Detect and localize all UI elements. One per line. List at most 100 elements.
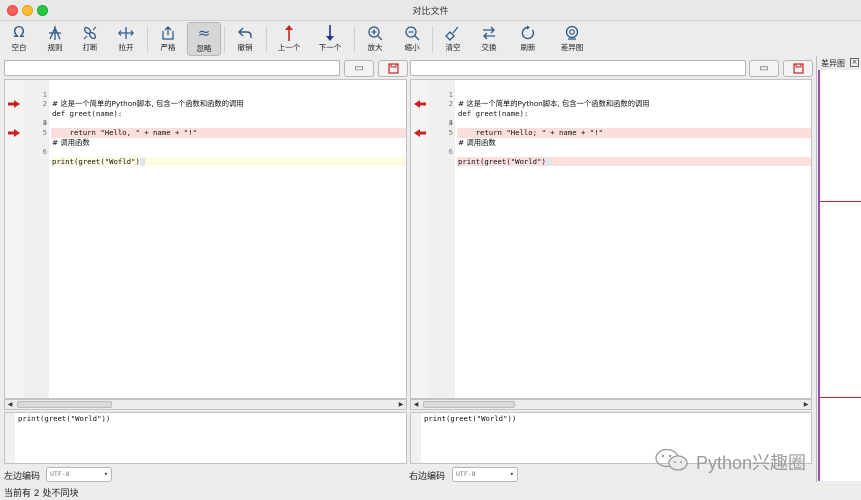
text-cursor xyxy=(545,157,551,166)
ignore-button[interactable]: ≈ 忽略 xyxy=(187,22,221,56)
swap-button-label: 交换 xyxy=(481,43,497,52)
wechat-icon xyxy=(655,448,688,471)
strict-button[interactable]: 严格 xyxy=(151,22,185,56)
line-text-wrap: print(greet("World") xyxy=(457,156,811,167)
right-code-line[interactable]: 5 # 调用函数 xyxy=(411,118,811,147)
right-code-line[interactable]: 4 xyxy=(411,109,811,127)
chevron-down-icon: ▾ xyxy=(103,470,108,478)
left-code-line-current[interactable]: 6 print(greet("Wofld") xyxy=(5,128,406,167)
next-diff-button-label: 下一个 xyxy=(318,43,342,52)
right-code-line-diff[interactable]: 6 print(greet("World") xyxy=(411,128,811,167)
diff-arrow-left-icon[interactable] xyxy=(414,129,426,137)
zoom-out-button[interactable]: 缩小 xyxy=(395,22,429,56)
swap-button[interactable]: 交换 xyxy=(472,22,506,56)
rule-button[interactable]: 规则 xyxy=(38,22,72,56)
diff-arrow-left-icon[interactable] xyxy=(414,100,426,109)
toolbar-separator xyxy=(224,26,225,52)
scroll-left-icon[interactable]: ◀ xyxy=(411,400,421,409)
zoom-out-button-label: 缩小 xyxy=(404,43,420,52)
undo-icon xyxy=(228,22,262,42)
rule-button-label: 规则 xyxy=(47,43,63,52)
line-text: print(greet("Wofld") xyxy=(52,156,140,166)
left-editor[interactable]: 1 # 这是一个简单的Python脚本, 包含一个函数和函数的调用 2 def … xyxy=(4,79,407,399)
approx-icon: ≈ xyxy=(197,24,211,42)
right-path-input[interactable] xyxy=(410,60,746,76)
left-code-line[interactable]: 2 def greet(name): xyxy=(5,90,406,118)
right-encoding-value: UTF-8 xyxy=(456,470,476,478)
left-path-bar: ▭ xyxy=(0,60,408,77)
close-icon[interactable]: × xyxy=(850,58,859,67)
rule-icon xyxy=(38,22,72,42)
blank-button[interactable]: Ω 空白 xyxy=(2,22,36,56)
toolbar-separator xyxy=(354,26,355,52)
window-title: 对比文件 xyxy=(412,7,449,17)
scroll-right-icon[interactable]: ▶ xyxy=(396,400,406,409)
left-save-button[interactable] xyxy=(378,60,408,77)
left-encoding-select[interactable]: UTF-8 ▾ xyxy=(46,467,112,482)
left-open-button[interactable]: ▭ xyxy=(344,60,374,77)
diff-overview-canvas[interactable] xyxy=(818,70,861,481)
right-horizontal-scrollbar[interactable]: ◀ ▶ xyxy=(410,399,812,410)
right-path-bar: ▭ xyxy=(408,60,816,77)
ignore-button-label: 忽略 xyxy=(196,44,212,53)
scroll-left-icon[interactable]: ◀ xyxy=(5,400,15,409)
upload-icon xyxy=(151,22,185,42)
refresh-button-label: 刷新 xyxy=(520,43,536,52)
diff-map-button[interactable]: 差异图 xyxy=(555,22,589,56)
clear-button[interactable]: 清空 xyxy=(436,22,470,56)
preview-gutter xyxy=(5,413,15,463)
overview-title: 差异图 xyxy=(821,59,845,68)
diff-arrow-right-icon[interactable] xyxy=(8,100,20,109)
line-text: print(greet("World") xyxy=(458,156,546,166)
right-code-line-diff[interactable]: 3 return "Hello; " + name + "!" xyxy=(411,99,811,138)
toolbar-separator xyxy=(147,26,148,52)
status-text: 当前有 2 处不同块 xyxy=(4,489,79,499)
line-number: 6 xyxy=(448,147,453,157)
left-encoding-label: 左边编码 xyxy=(4,472,41,482)
left-code-line[interactable]: 5 # 调用函数 xyxy=(5,118,406,147)
preview-gutter xyxy=(411,413,421,463)
diff-map-button-label: 差异图 xyxy=(560,43,584,52)
title-bar: 对比文件 xyxy=(0,0,861,21)
left-code-line[interactable]: 1 # 这是一个简单的Python脚本, 包含一个函数和函数的调用 xyxy=(5,80,406,109)
strict-button-label: 严格 xyxy=(160,43,176,52)
right-code-line[interactable]: 1 # 这是一个简单的Python脚本, 包含一个函数和函数的调用 xyxy=(411,80,811,109)
previous-diff-button[interactable]: 上一个 xyxy=(272,22,306,56)
right-code-line[interactable]: 2 def greet(name): xyxy=(411,90,811,118)
folder-icon: ▭ xyxy=(759,63,769,74)
zoom-out-icon xyxy=(395,22,429,42)
left-code-line-diff[interactable]: 3 return "Hello, " + name + "!" xyxy=(5,99,406,138)
scroll-thumb[interactable] xyxy=(17,401,112,408)
arrow-up-icon xyxy=(272,22,306,42)
preview-text: print(greet("World")) xyxy=(18,414,111,423)
left-code-line[interactable]: 4 xyxy=(5,109,406,127)
undo-button-label: 撤销 xyxy=(237,43,253,52)
right-editor[interactable]: 1 # 这是一个简单的Python脚本, 包含一个函数和函数的调用 2 def … xyxy=(410,79,812,399)
scroll-thumb[interactable] xyxy=(423,401,515,408)
line-text: # 调用函数 xyxy=(52,137,90,147)
right-save-button[interactable] xyxy=(783,60,813,77)
diff-arrow-right-icon[interactable] xyxy=(8,129,20,137)
right-encoding-select[interactable]: UTF-8 ▾ xyxy=(452,467,518,482)
refresh-button[interactable]: 刷新 xyxy=(511,22,545,56)
left-path-input[interactable] xyxy=(4,60,340,76)
chevron-down-icon: ▾ xyxy=(509,470,514,478)
right-encoding-label: 右边编码 xyxy=(409,472,446,482)
omega-icon: Ω xyxy=(13,23,25,41)
left-horizontal-scrollbar[interactable]: ◀ ▶ xyxy=(4,399,407,410)
blank-button-label: 空白 xyxy=(11,43,27,52)
toolbar: Ω 空白 规则 打断 拉开 严格 ≈ 忽略 撤销 上一个 下一个 放大 缩小 清… xyxy=(0,21,861,57)
swap-icon xyxy=(472,22,506,42)
break-link-icon xyxy=(73,22,107,42)
next-diff-button[interactable]: 下一个 xyxy=(313,22,347,56)
expand-button[interactable]: 拉开 xyxy=(109,22,143,56)
break-button[interactable]: 打断 xyxy=(73,22,107,56)
zoom-in-button[interactable]: 放大 xyxy=(358,22,392,56)
overview-diff-marker xyxy=(820,201,861,202)
left-line-preview[interactable]: print(greet("World")) xyxy=(4,412,407,464)
scroll-right-icon[interactable]: ▶ xyxy=(801,400,811,409)
undo-button[interactable]: 撤销 xyxy=(228,22,262,56)
right-open-button[interactable]: ▭ xyxy=(749,60,779,77)
broom-icon xyxy=(436,22,470,42)
previous-diff-button-label: 上一个 xyxy=(277,43,301,52)
